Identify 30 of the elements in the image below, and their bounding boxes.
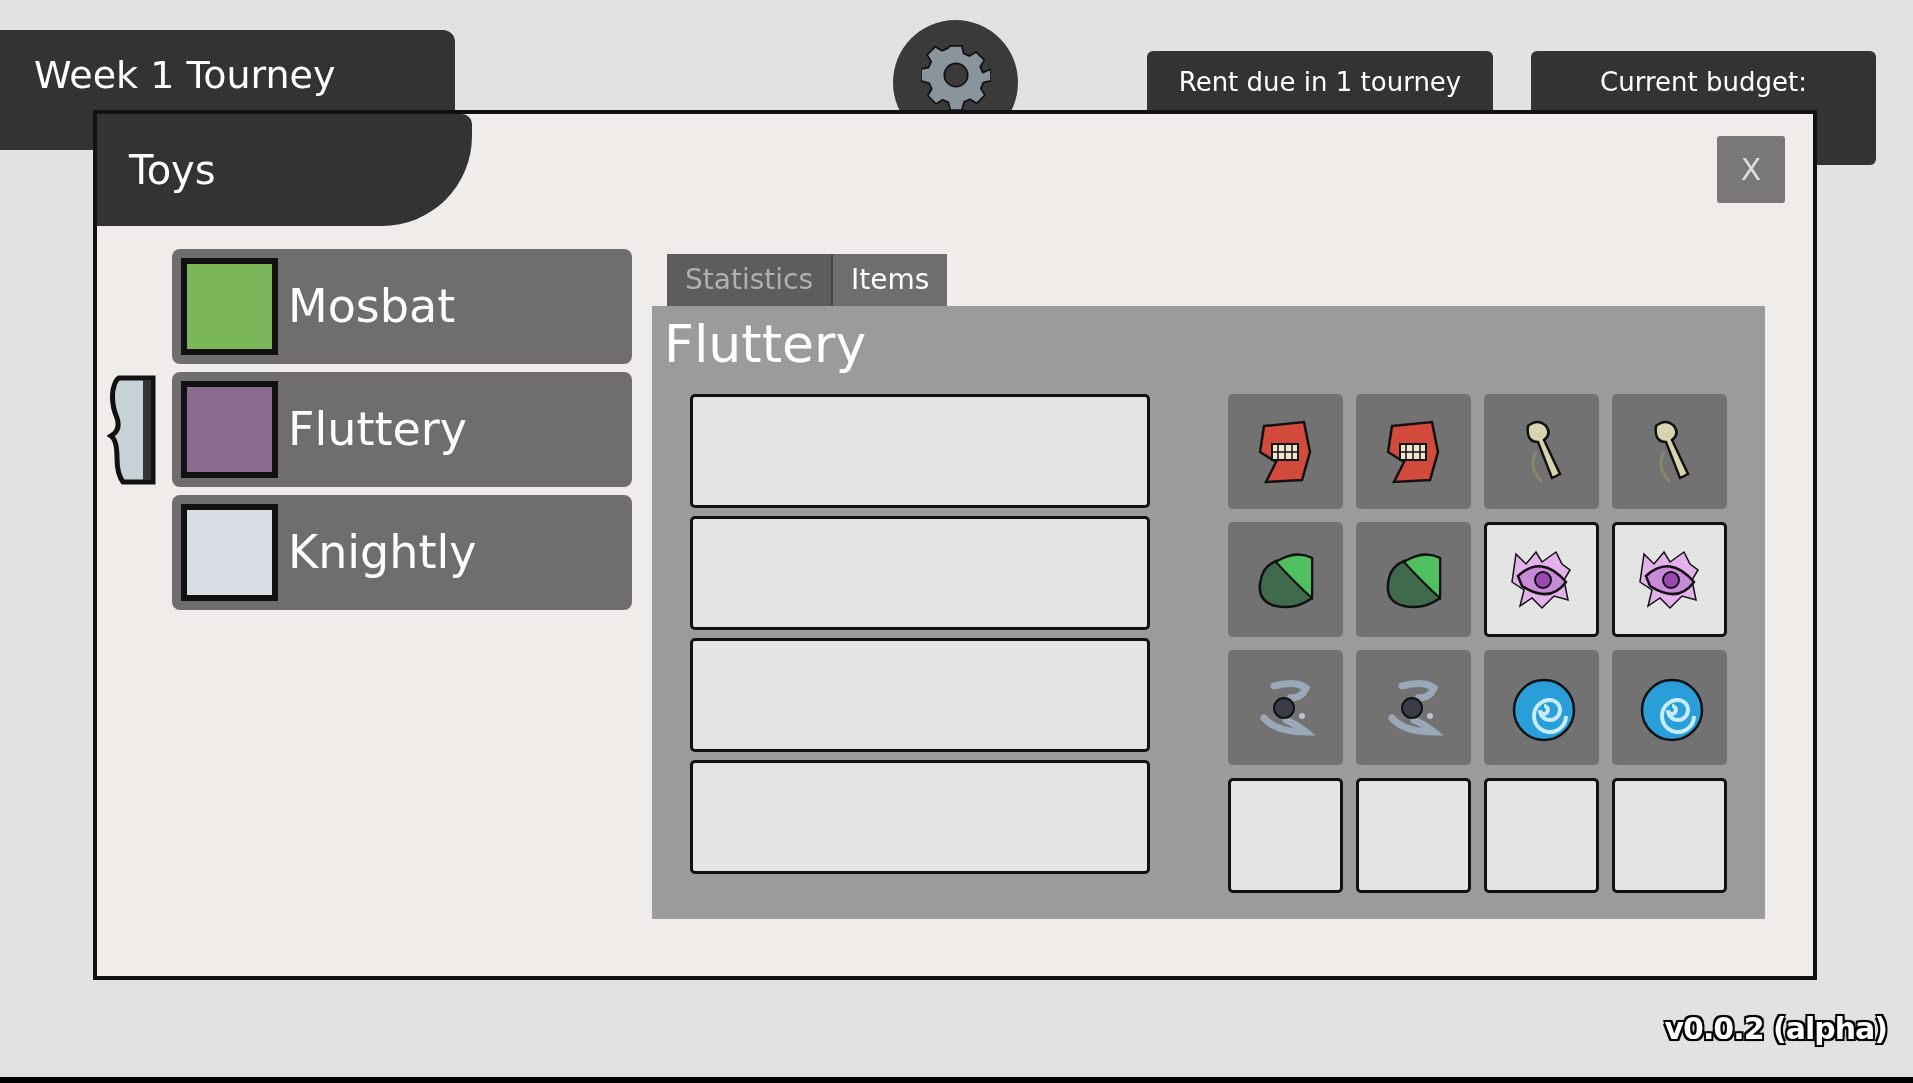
inventory-slot[interactable] [1612, 522, 1727, 637]
budget-label: Current budget: [1600, 69, 1807, 95]
inventory-slot[interactable] [1228, 522, 1343, 637]
toy-list-item[interactable]: Knightly [172, 495, 632, 610]
inventory-slot[interactable] [1612, 650, 1727, 765]
equipment-slot[interactable] [690, 638, 1150, 752]
inventory-slot[interactable] [1356, 522, 1471, 637]
toy-name: Knightly [288, 524, 477, 581]
dialog-title: Toys [129, 146, 216, 195]
inventory-slot[interactable] [1484, 394, 1599, 509]
inventory-slot[interactable] [1612, 778, 1727, 893]
equipment-slot[interactable] [690, 760, 1150, 874]
inventory-slot[interactable] [1612, 394, 1727, 509]
inventory-slot[interactable] [1228, 778, 1343, 893]
toy-name: Mosbat [288, 278, 456, 335]
inventory-slot[interactable] [1484, 778, 1599, 893]
toy-list-item[interactable]: Fluttery [172, 372, 632, 487]
rent-label: Rent due in 1 tourney [1178, 69, 1462, 95]
toy-name: Fluttery [288, 401, 467, 458]
equipment-slot[interactable] [690, 394, 1150, 508]
inventory-slot[interactable] [1484, 650, 1599, 765]
tab[interactable]: Items [833, 254, 948, 306]
week-title: Week 1 Tourney [34, 53, 336, 97]
close-button[interactable]: X [1717, 136, 1785, 203]
equipment-slot[interactable] [690, 516, 1150, 630]
inventory-slot[interactable] [1484, 522, 1599, 637]
inventory-slot[interactable] [1356, 778, 1471, 893]
tab[interactable]: Statistics [667, 254, 833, 306]
toy-list-item[interactable]: Mosbat [172, 249, 632, 364]
version-label: v0.0.2 (alpha) [1664, 1010, 1887, 1048]
